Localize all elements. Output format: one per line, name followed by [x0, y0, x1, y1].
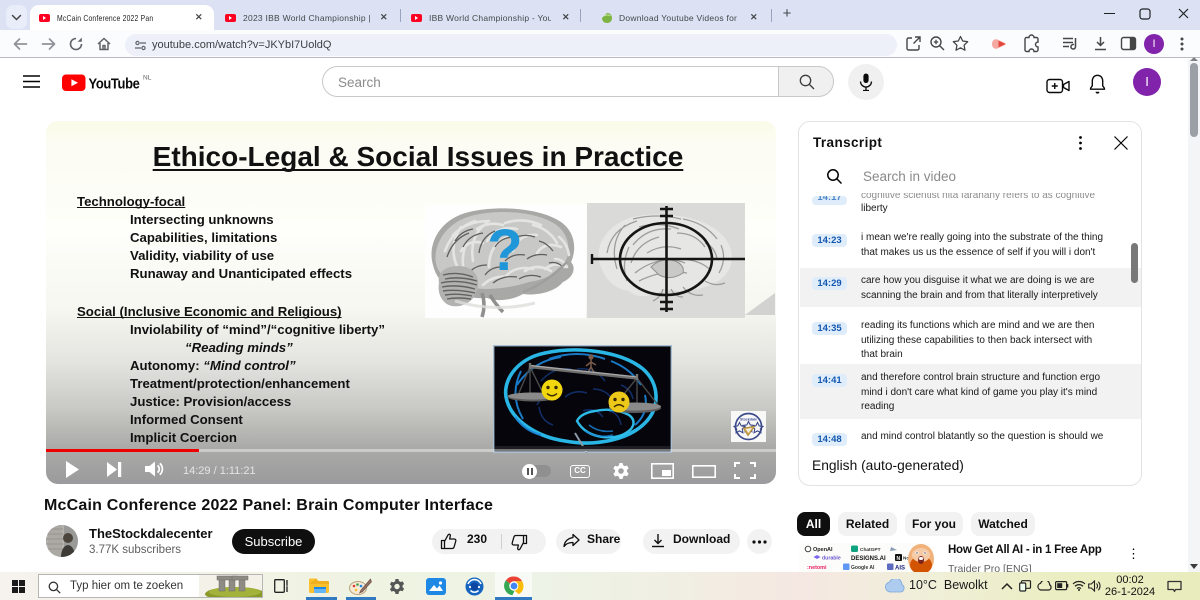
svg-text:Google AI: Google AI	[851, 565, 875, 571]
svg-text:OpenAI: OpenAI	[813, 547, 833, 553]
svg-text::netomi: :netomi	[807, 565, 827, 571]
svg-text:NL: NL	[143, 75, 152, 82]
svg-text:DESIGNS.AI: DESIGNS.AI	[851, 556, 886, 562]
svg-text:ChatGPT: ChatGPT	[860, 547, 881, 553]
svg-text:N: N	[897, 556, 901, 562]
svg-text:?: ?	[487, 218, 522, 283]
svg-text:durable: durable	[822, 556, 841, 562]
svg-text:YouTube: YouTube	[89, 76, 140, 93]
svg-text:AIS: AIS	[895, 566, 905, 572]
